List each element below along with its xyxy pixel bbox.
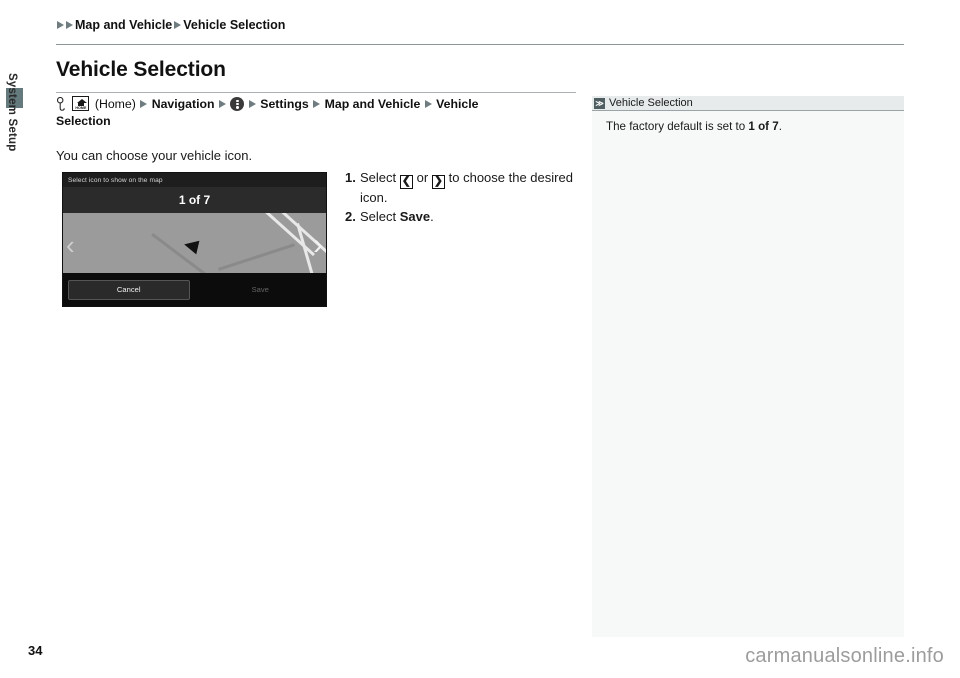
save-button[interactable]: Save	[199, 279, 321, 300]
next-icon-chevron[interactable]: ›	[313, 230, 323, 260]
navpath-step-map-and-vehicle[interactable]: Map and Vehicle	[325, 97, 421, 111]
step-body: Select Save.	[360, 208, 575, 226]
vehicle-icon-arrow	[182, 237, 200, 255]
side-note-body: The factory default is set to 1 of 7.	[592, 111, 904, 135]
navpath-step-settings[interactable]: Settings	[260, 97, 309, 111]
nav-screen-counter: 1 of 7	[63, 187, 326, 213]
chevron-right-icon	[140, 100, 148, 108]
left-arrow-button-icon[interactable]: ❮	[399, 175, 413, 189]
chevron-right-icon	[313, 100, 321, 108]
step-text-post: .	[430, 209, 434, 224]
side-note-text-pre: The factory default is set to	[606, 120, 749, 133]
nav-screen-map: ‹ ›	[63, 213, 326, 275]
breadcrumb-item-0[interactable]: Map and Vehicle	[75, 18, 172, 32]
navigation-path: HOME (Home) Navigation Settings Map and …	[56, 96, 581, 130]
page-title: Vehicle Selection	[56, 58, 226, 81]
nav-screen-illustration: Select icon to show on the map 1 of 7 ‹ …	[62, 172, 327, 307]
step-text-mid: or	[416, 170, 429, 185]
title-divider	[56, 92, 576, 93]
home-label: (Home)	[94, 97, 136, 111]
step-number: 1.	[345, 170, 356, 185]
watermark: carmanualsonline.info	[745, 645, 944, 667]
previous-icon-chevron[interactable]: ‹	[66, 232, 75, 258]
cancel-button[interactable]: Cancel	[68, 279, 190, 300]
step-bold-label[interactable]: Save	[400, 209, 430, 224]
right-arrow-button-icon[interactable]: ❯	[431, 175, 446, 189]
side-note-title: Vehicle Selection	[609, 97, 693, 109]
step-text-pre: Select	[360, 209, 397, 224]
breadcrumb: Map and Vehicle Vehicle Selection	[56, 18, 286, 32]
map-road-line	[151, 233, 273, 275]
home-icon-label: HOME	[75, 105, 87, 110]
chevron-right-icon	[218, 100, 226, 108]
steps-list: 1. Select ❮ or ❯ to choose the desired i…	[345, 169, 575, 227]
three-dots-circle-icon[interactable]	[230, 97, 245, 111]
step-body: Select ❮ or ❯ to choose the desired icon…	[360, 169, 575, 207]
navpath-step-navigation[interactable]: Navigation	[152, 97, 215, 111]
chevron-right-icon	[57, 21, 64, 29]
nav-screen-title: Select icon to show on the map	[63, 173, 326, 187]
nav-screen-footer: Cancel Save	[63, 273, 326, 306]
section-label: System Setup	[6, 73, 18, 152]
chevron-right-icon	[66, 21, 73, 29]
step-text-pre: Select	[360, 170, 397, 185]
map-road-line	[218, 243, 295, 271]
side-note-default-value: 1 of 7	[748, 120, 779, 133]
step-item: 2. Select Save.	[345, 208, 575, 226]
intro-text: You can choose your vehicle icon.	[56, 148, 253, 163]
page-number: 34	[28, 643, 43, 658]
step-item: 1. Select ❮ or ❯ to choose the desired i…	[345, 169, 575, 207]
navpath-step-vehicle-wrap[interactable]: Selection	[56, 114, 111, 128]
double-chevron-icon: ≫	[594, 97, 605, 109]
chevron-right-icon	[174, 21, 182, 29]
chevron-right-icon	[248, 100, 256, 108]
step-number: 2.	[345, 209, 356, 224]
breadcrumb-item-1[interactable]: Vehicle Selection	[183, 18, 285, 32]
header-divider	[56, 44, 904, 45]
side-note-header: ≫ Vehicle Selection	[592, 96, 904, 111]
side-note-panel: ≫ Vehicle Selection The factory default …	[592, 96, 904, 637]
side-note-text-post: .	[778, 120, 782, 133]
key-icon	[56, 96, 66, 111]
manual-page: System Setup Map and Vehicle Vehicle Sel…	[0, 0, 960, 678]
chevron-right-icon	[424, 100, 432, 108]
navpath-step-vehicle[interactable]: Vehicle	[436, 97, 478, 111]
home-button-icon: HOME	[72, 96, 90, 111]
